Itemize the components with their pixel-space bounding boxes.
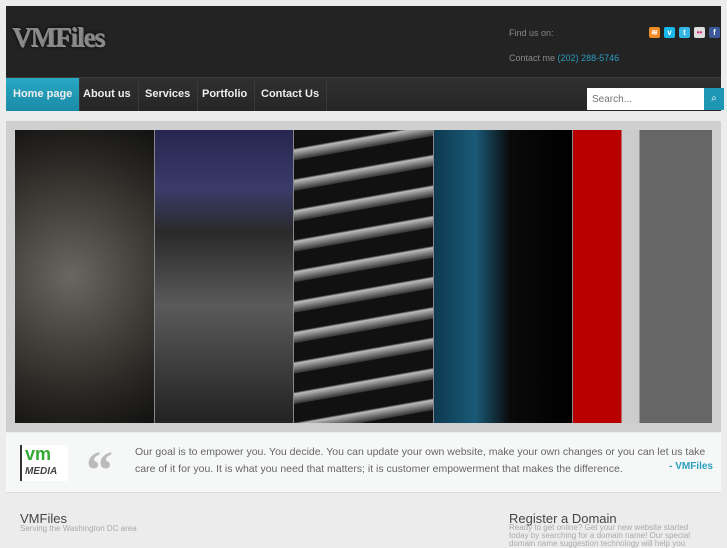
social-icons: ≋ v t •• f (649, 27, 720, 38)
nav-services[interactable]: Services (138, 78, 199, 111)
quote-text: Our goal is to empower you. You decide. … (135, 446, 706, 475)
logo-text-top: vm (25, 444, 52, 464)
nav-home[interactable]: Home page (6, 78, 81, 111)
nav-about[interactable]: About us (76, 78, 139, 111)
main-nav: Home page About us Services Portfolio Co… (6, 77, 724, 111)
slide-panel-blue (433, 130, 574, 423)
find-us-label: Find us on: (509, 28, 554, 38)
facebook-icon[interactable]: f (709, 27, 720, 38)
slide-panel-rocks (15, 130, 155, 423)
logo-text-bottom: MEDIA (25, 466, 58, 477)
flickr-icon[interactable]: •• (694, 27, 705, 38)
search-input[interactable] (587, 88, 704, 110)
rss-icon[interactable]: ≋ (649, 27, 660, 38)
search-icon[interactable]: ⌕ (704, 88, 724, 110)
slider-image[interactable] (15, 130, 712, 423)
image-slider (6, 121, 721, 432)
slide-panel-street (154, 130, 295, 423)
contact-info: Contact me (202) 288-5746 (509, 53, 619, 63)
slide-panel-window (573, 130, 712, 423)
slide-panel-stairs (294, 130, 434, 423)
vm-media-logo: vm MEDIA (20, 445, 68, 481)
footer-subtitle: Serving the Washington DC area (20, 524, 137, 533)
contact-label: Contact me (509, 53, 556, 63)
quote-author[interactable]: - VMFiles (669, 461, 713, 472)
register-domain-text: Ready to get online? Get your new websit… (509, 523, 690, 548)
vimeo-icon[interactable]: v (664, 27, 675, 38)
site-logo[interactable]: VMFiles (12, 22, 105, 53)
phone-link[interactable]: (202) 288-5746 (558, 53, 620, 63)
twitter-icon[interactable]: t (679, 27, 690, 38)
quote-mark-icon: “ (86, 440, 113, 500)
testimonial: vm MEDIA “ Our goal is to empower you. Yo… (6, 433, 721, 500)
nav-contact[interactable]: Contact Us (254, 78, 328, 111)
header: VMFiles Find us on: ≋ v t •• f Contact m… (6, 6, 721, 77)
nav-portfolio[interactable]: Portfolio (195, 78, 256, 111)
